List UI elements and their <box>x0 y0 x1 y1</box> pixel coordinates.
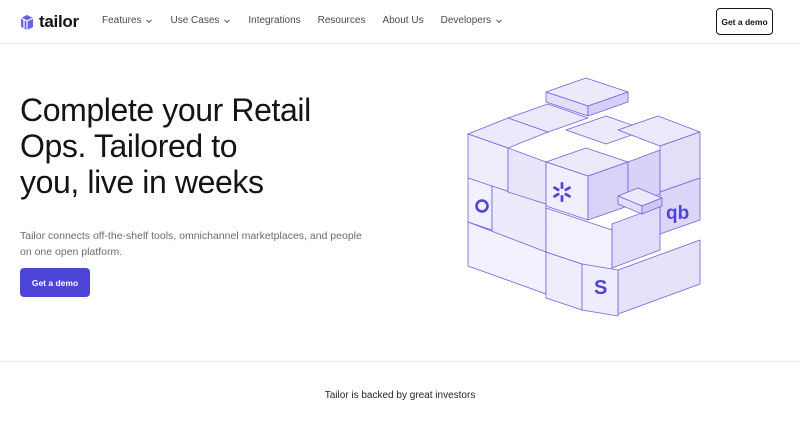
hero-title-line: Ops. Tailored to <box>20 128 238 165</box>
nav-item-label: About Us <box>382 15 424 26</box>
nav-get-demo-button[interactable]: Get a demo <box>716 8 773 35</box>
chevron-down-icon <box>146 18 153 23</box>
chevron-down-icon <box>496 18 503 23</box>
nav-item-about-us[interactable]: About Us <box>382 15 423 26</box>
hero-title-line: you, live in weeks <box>20 164 264 201</box>
nav-item-label: Developers <box>440 15 492 26</box>
nav-item-label: Features <box>102 15 142 26</box>
quickbooks-icon: qb <box>666 203 689 224</box>
shopify-s-icon: S <box>594 277 607 299</box>
hero-title: Complete your Retail Ops. Tailored to yo… <box>20 92 390 200</box>
nav-item-integrations[interactable]: Integrations <box>248 15 300 26</box>
hero-subtitle: Tailor connects off-the-shelf tools, omn… <box>20 230 362 258</box>
investors-heading: Tailor is backed by great investors <box>324 390 476 401</box>
nav-item-label: Use Cases <box>170 15 220 26</box>
nav-item-developers[interactable]: Developers <box>441 15 504 26</box>
section-divider <box>0 361 800 362</box>
nav-item-use-cases[interactable]: Use Cases <box>170 15 231 26</box>
tailor-logo[interactable]: tailor <box>20 12 79 32</box>
hero-get-demo-button[interactable]: Get a demo <box>20 268 90 297</box>
brand-name: tailor <box>39 12 79 31</box>
top-navigation: tailor Features Use Cases Integrations R… <box>0 0 800 44</box>
nav-item-label: Integrations <box>248 15 301 26</box>
hero-title-line: Complete your Retail <box>20 92 311 128</box>
nav-item-features[interactable]: Features <box>102 15 153 26</box>
nav-item-resources[interactable]: Resources <box>318 15 366 26</box>
main-menu: Features Use Cases Integrations Resource… <box>102 15 520 26</box>
chevron-down-icon <box>224 18 231 23</box>
hero-cube-illustration: qb S <box>467 77 701 317</box>
tailor-logo-icon <box>20 14 34 30</box>
nav-item-label: Resources <box>317 15 366 26</box>
